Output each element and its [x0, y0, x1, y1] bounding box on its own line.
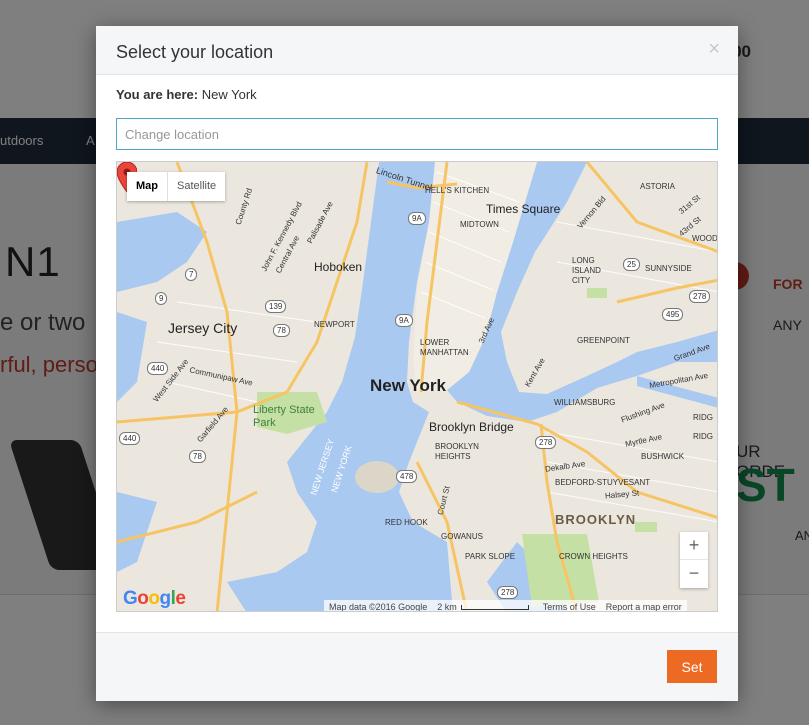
map-label-wood: WOOD [692, 234, 718, 243]
map-scale-bar [460, 604, 529, 610]
zoom-out-button[interactable]: − [680, 560, 708, 588]
terms-of-use-link[interactable]: Terms of Use [538, 602, 601, 612]
current-location-label: You are here: [116, 87, 199, 102]
current-location-value: New York [201, 87, 257, 102]
route-shield: 278 [497, 586, 519, 599]
route-shield: 440 [147, 362, 169, 375]
map-view[interactable]: New York Jersey City Hoboken Times Squar… [116, 161, 718, 612]
map-attribution: Map data ©2016 Google 2 km Terms of Use … [324, 600, 687, 612]
map-scale-label: 2 km [437, 601, 457, 612]
map-label-long-island-city: LONG ISLAND CITY [572, 256, 601, 285]
map-label-brooklyn-heights: BROOKLYN HEIGHTS [435, 442, 479, 461]
map-label-new-york: New York [370, 376, 446, 395]
modal-footer [96, 632, 738, 701]
modal-header: Select your location × [96, 26, 738, 75]
map-label-ridg: RIDG [693, 413, 713, 422]
map-label-ridg-2: RIDG [693, 432, 713, 441]
route-shield: 78 [273, 324, 290, 337]
map-label-midtown: MIDTOWN [460, 220, 499, 229]
modal-title: Select your location [116, 42, 274, 62]
map-label-newport: NEWPORT [314, 320, 355, 329]
route-shield: 495 [662, 308, 684, 321]
map-label-times-square: Times Square [486, 202, 561, 216]
map-label-jersey-city: Jersey City [168, 320, 238, 336]
google-logo[interactable]: Google [123, 588, 186, 610]
route-shield: 139 [265, 300, 287, 313]
map-label-bushwick: BUSHWICK [641, 452, 685, 461]
map-type-satellite-button[interactable]: Satellite [168, 172, 225, 201]
route-shield: 478 [396, 470, 418, 483]
map-label-lower-manhattan: LOWER MANHATTAN [420, 338, 469, 357]
map-label-hells-kitchen: HELL'S KITCHEN [425, 186, 490, 195]
map-label-bedford-stuyvesant: BEDFORD-STUYVESANT [555, 478, 651, 487]
map-label-astoria: ASTORIA [640, 182, 675, 191]
route-shield: 25 [623, 258, 640, 271]
change-location-input[interactable] [116, 118, 718, 150]
report-map-error-link[interactable]: Report a map error [601, 602, 687, 612]
zoom-in-button[interactable]: + [680, 532, 708, 560]
route-shield: 440 [119, 432, 141, 445]
map-label-gowanus: GOWANUS [441, 532, 483, 541]
map-data-text: Map data ©2016 Google [329, 601, 428, 612]
close-icon[interactable]: × [708, 38, 720, 61]
map-label-liberty-state-park: Liberty State Park [253, 404, 315, 429]
route-shield: 278 [535, 436, 557, 449]
route-shield: 9A [395, 314, 413, 327]
map-label-brooklyn: BROOKLYN [555, 512, 637, 527]
map-label-sunnyside: SUNNYSIDE [645, 264, 692, 273]
location-modal: Select your location × You are here: New… [96, 26, 738, 701]
zoom-control: + − [680, 532, 708, 588]
map-label-brooklyn-bridge: Brooklyn Bridge [429, 420, 514, 434]
route-shield: 78 [189, 450, 206, 463]
current-location: You are here: New York [116, 87, 257, 102]
set-button[interactable]: Set [667, 650, 717, 683]
map-label-greenpoint: GREENPOINT [577, 336, 630, 345]
map-scale: 2 km [432, 601, 538, 612]
map-label-williamsburg: WILLIAMSBURG [554, 398, 616, 407]
route-shield: 9A [408, 212, 426, 225]
map-label-park-slope: PARK SLOPE [465, 552, 516, 561]
map-label-hoboken: Hoboken [314, 260, 363, 274]
map-type-control: Map Satellite [127, 172, 226, 201]
map-label-crown-heights: CROWN HEIGHTS [559, 552, 628, 561]
map-label-red-hook: RED HOOK [385, 518, 428, 527]
map-type-map-button[interactable]: Map [127, 172, 168, 201]
route-shield: 278 [689, 290, 711, 303]
